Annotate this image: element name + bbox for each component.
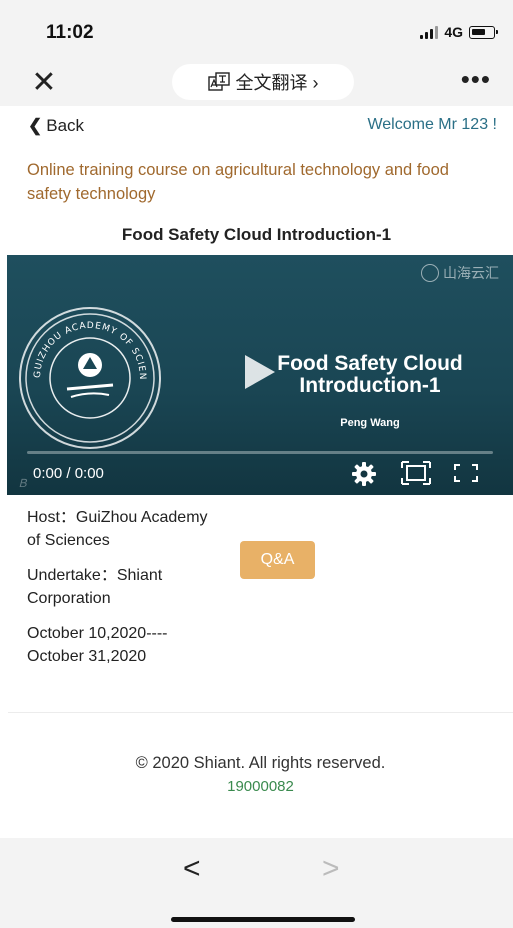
slide-title-line1: Food Safety Cloud <box>277 352 463 375</box>
video-player[interactable]: 山海云汇 GUIZHOU ACADEMY OF SCIENCES Food Sa… <box>7 255 513 495</box>
browser-back-button[interactable]: < <box>183 852 201 886</box>
video-progress-bar[interactable] <box>27 451 493 454</box>
battery-icon <box>469 25 498 39</box>
translate-icon <box>207 72 230 91</box>
qa-button[interactable]: Q&A <box>240 541 315 579</box>
footer-id: 19000082 <box>227 778 294 795</box>
browser-header: ✕ 全文翻译 › ••• <box>0 60 513 106</box>
status-time: 11:02 <box>46 22 94 43</box>
slide-title: Food Safety Cloud Introduction-1 <box>239 353 501 397</box>
video-watermark: 山海云汇 <box>421 263 499 283</box>
gear-icon[interactable] <box>351 461 377 487</box>
play-icon[interactable] <box>245 355 275 389</box>
translate-button[interactable]: 全文翻译 › <box>172 64 354 100</box>
more-button[interactable]: ••• <box>461 66 491 92</box>
browser-forward-button[interactable]: > <box>322 852 340 886</box>
undertake-text: Undertake：Shiant Corporation <box>27 567 163 607</box>
browser-bottom-bar: < > <box>0 838 513 928</box>
video-time: 0:00 / 0:00 <box>33 465 104 482</box>
video-title: Food Safety Cloud Introduction-1 <box>121 225 392 244</box>
course-title: Online training course on agricultural t… <box>27 161 449 203</box>
back-label: Back <box>46 116 85 135</box>
signal-icon <box>420 25 439 39</box>
page-footer: © 2020 Shiant. All rights reserved. 1900… <box>8 712 513 838</box>
copyright-text: © 2020 Shiant. All rights reserved. <box>135 754 386 772</box>
fit-screen-icon[interactable] <box>401 461 431 485</box>
welcome-text: Welcome Mr 123 ! <box>367 116 497 133</box>
academy-seal-logo: GUIZHOU ACADEMY OF SCIENCES <box>15 303 161 449</box>
presenter-name: Peng Wang <box>340 417 400 429</box>
status-indicators: 4G <box>420 24 498 40</box>
back-button[interactable]: ❮ Back <box>28 116 84 136</box>
network-type: 4G <box>444 24 463 40</box>
course-details: Host：GuiZhou Academy of Sciences Underta… <box>27 506 217 680</box>
page-top-bar: ❮ Back Welcome Mr 123 ! <box>0 106 513 146</box>
date-range-text: October 10,2020----October 31,2020 <box>27 625 168 665</box>
translate-label: 全文翻译 › <box>235 73 319 93</box>
host-text: Host：GuiZhou Academy of Sciences <box>27 509 208 549</box>
watermark-logo-icon <box>421 264 439 282</box>
video-bottom-watermark: Ｂ <box>17 478 28 490</box>
chevron-left-icon: ❮ <box>28 116 43 135</box>
slide-title-line2: Introduction-1 <box>299 374 441 397</box>
home-indicator[interactable] <box>171 917 355 922</box>
close-icon[interactable]: ✕ <box>30 68 58 98</box>
fullscreen-icon[interactable] <box>451 461 481 485</box>
watermark-text: 山海云汇 <box>443 265 499 281</box>
status-bar: 11:02 4G <box>0 0 513 60</box>
